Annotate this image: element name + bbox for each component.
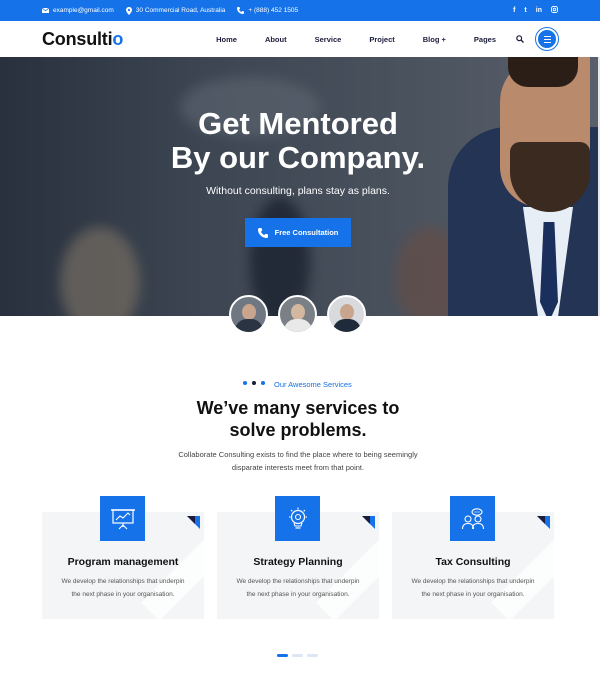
twitter-icon[interactable]: t — [524, 7, 526, 14]
avatar[interactable] — [229, 295, 268, 334]
people-chat-icon — [450, 496, 495, 541]
service-title: Strategy Planning — [253, 556, 343, 568]
site-logo[interactable]: Consultio — [42, 29, 123, 50]
facebook-icon[interactable]: f — [513, 7, 515, 14]
hero-banner: Get Mentored By our Company. Without con… — [0, 57, 598, 316]
instagram-icon[interactable] — [551, 6, 558, 15]
nav-pages[interactable]: Pages — [474, 35, 496, 44]
cta-label: Free Consultation — [274, 228, 339, 237]
address-text: 30 Commercial Road, Australia — [135, 7, 226, 14]
presentation-chart-icon — [100, 496, 145, 541]
pagination-dot[interactable] — [277, 654, 288, 657]
carousel-pagination — [277, 654, 318, 657]
email-text: example@gmail.com — [53, 7, 114, 14]
logo-text: Consulti — [42, 28, 113, 49]
avatar[interactable] — [278, 295, 317, 334]
section-desc-line1: Collaborate Consulting exists to find th… — [178, 450, 418, 459]
service-title: Tax Consulting — [435, 556, 511, 568]
service-text: We develop the relationships that underp… — [411, 578, 535, 585]
section-kicker: Our Awesome Services — [274, 380, 352, 389]
section-title-line2: solve problems. — [229, 420, 367, 440]
phone-info[interactable]: + (888) 452 1505 — [237, 7, 298, 14]
lightbulb-gear-icon — [275, 496, 320, 541]
site-header: Consultio Home About Service Project Blo… — [0, 21, 600, 57]
nav-project[interactable]: Project — [369, 35, 394, 44]
email-info[interactable]: example@gmail.com — [42, 7, 114, 14]
nav-home[interactable]: Home — [216, 35, 237, 44]
location-pin-icon — [125, 6, 132, 15]
nav-service[interactable]: Service — [315, 35, 342, 44]
hero-title-line1: Get Mentored — [198, 106, 398, 141]
main-nav: Home About Service Project Blog + Pages — [188, 28, 558, 50]
corner-arrow-icon — [362, 516, 375, 529]
envelope-icon — [42, 8, 49, 13]
service-text: We develop the relationships that underp… — [61, 578, 185, 585]
nav-blog[interactable]: Blog + — [423, 35, 446, 44]
phone-text: + (888) 452 1505 — [248, 7, 299, 14]
hamburger-menu-icon[interactable] — [536, 28, 558, 50]
pagination-dot[interactable] — [307, 654, 318, 657]
nav-about[interactable]: About — [265, 35, 287, 44]
linkedin-icon[interactable]: in — [536, 7, 542, 14]
kicker-dots — [243, 381, 265, 385]
corner-arrow-icon — [537, 516, 550, 529]
address-info: 30 Commercial Road, Australia — [125, 6, 226, 15]
pagination-dot[interactable] — [292, 654, 303, 657]
phone-icon — [257, 227, 268, 238]
team-avatars — [229, 295, 366, 334]
section-title-line1: We’ve many services to — [196, 398, 400, 418]
hero-title-line2: By our Company. — [170, 140, 426, 175]
social-links: f t in — [513, 6, 558, 15]
avatar[interactable] — [327, 295, 366, 334]
top-bar: example@gmail.com 30 Commercial Road, Au… — [0, 0, 600, 21]
service-text: the next phase in your organisation. — [71, 591, 175, 598]
logo-accent: o — [112, 28, 124, 49]
section-desc-line2: disparate interests meet from that point… — [231, 463, 365, 472]
corner-arrow-icon — [187, 516, 200, 529]
service-text: the next phase in your organisation. — [421, 591, 525, 598]
hero-subtitle: Without consulting, plans stay as plans. — [206, 185, 390, 197]
free-consultation-button[interactable]: Free Consultation — [245, 218, 351, 247]
phone-icon — [237, 7, 245, 14]
service-title: Program management — [67, 556, 179, 568]
service-text: We develop the relationships that underp… — [236, 578, 360, 585]
service-text: the next phase in your organisation. — [246, 591, 350, 598]
search-icon[interactable] — [516, 35, 524, 43]
